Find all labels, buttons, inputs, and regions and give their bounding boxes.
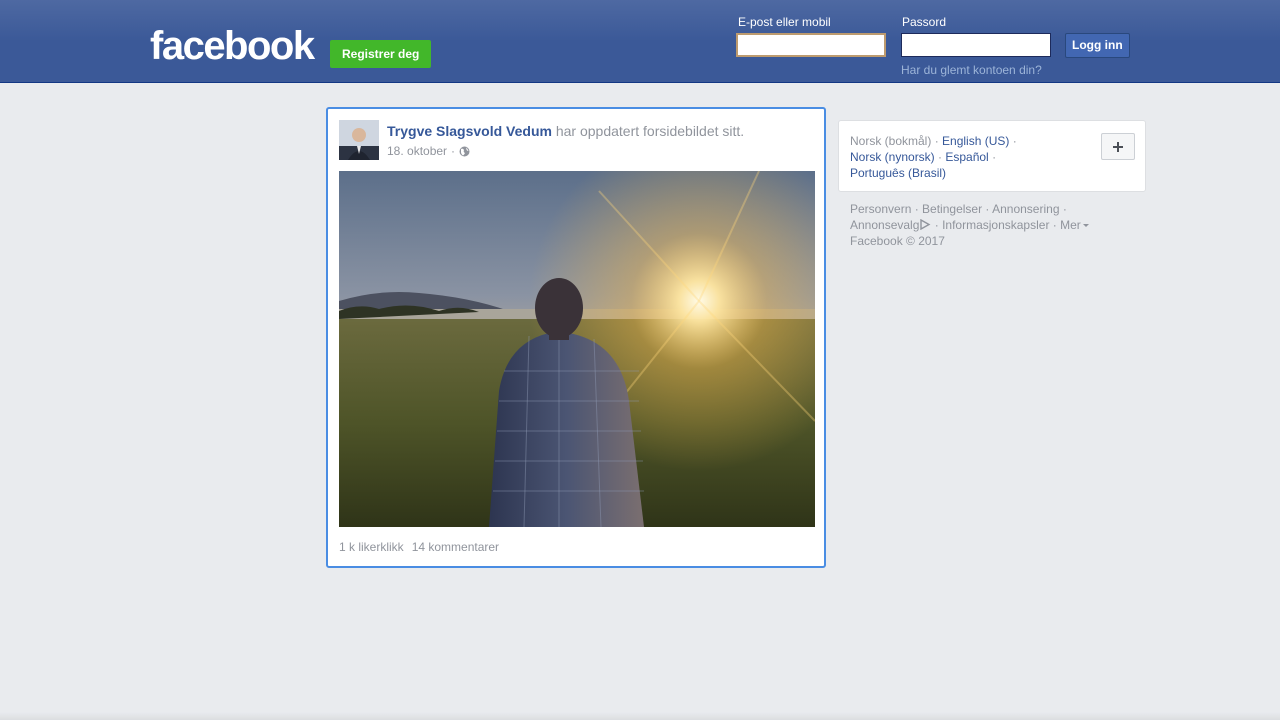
email-label: E-post eller mobil <box>738 15 831 29</box>
author-avatar[interactable] <box>339 120 379 160</box>
post-stats: 1 k likerklikk 14 kommentarer <box>339 540 499 554</box>
meta-separator: · <box>451 144 456 158</box>
footer-link-more[interactable]: Mer <box>1060 218 1089 232</box>
password-label: Passord <box>902 15 947 29</box>
footer-link-terms[interactable]: Betingelser <box>922 202 982 216</box>
current-language: Norsk (bokmål) <box>850 134 932 148</box>
caret-down-icon <box>1082 224 1089 228</box>
footer-link-privacy[interactable]: Personvern <box>850 202 911 216</box>
author-name-link[interactable]: Trygve Slagsvold Vedum <box>387 123 552 139</box>
adchoices-icon <box>919 218 931 231</box>
language-selector: Norsk (bokmål) · English (US) · Norsk (n… <box>838 120 1146 192</box>
likes-count-link[interactable]: 1 k likerklikk <box>339 540 404 554</box>
language-list: Norsk (bokmål) · English (US) · Norsk (n… <box>850 134 1017 180</box>
password-field[interactable] <box>901 33 1051 57</box>
language-link-espanol[interactable]: Español <box>945 150 988 164</box>
facebook-logo[interactable]: facebook <box>150 26 315 66</box>
language-link-english[interactable]: English (US) <box>942 134 1009 148</box>
post-action-text: har oppdatert forsidebildet sitt. <box>555 123 745 139</box>
post-date-link[interactable]: 18. oktober <box>387 144 447 158</box>
footer-links: Personvern · Betingelser · Annonsering ·… <box>850 201 1140 249</box>
bottom-shadow <box>0 712 1280 720</box>
language-link-nynorsk[interactable]: Norsk (nynorsk) <box>850 150 935 164</box>
plus-icon <box>1113 141 1123 152</box>
login-button[interactable]: Logg inn <box>1065 33 1130 58</box>
footer-link-adchoices[interactable]: Annonsevalg <box>850 218 931 232</box>
copyright: Facebook © 2017 <box>850 234 945 248</box>
globe-icon[interactable] <box>459 146 470 157</box>
adchoices-label: Annonsevalg <box>850 218 920 232</box>
more-languages-button[interactable] <box>1101 133 1135 160</box>
cover-photo[interactable] <box>339 171 815 527</box>
footer-link-advertising[interactable]: Annonsering <box>992 202 1059 216</box>
more-label: Mer <box>1060 218 1081 232</box>
post-card: Trygve Slagsvold Vedum har oppdatert for… <box>326 107 826 568</box>
top-bar: facebook Registrer deg E-post eller mobi… <box>0 0 1280 83</box>
email-field[interactable] <box>736 33 886 57</box>
post-meta: 18. oktober · <box>387 144 470 158</box>
signup-button[interactable]: Registrer deg <box>330 40 432 68</box>
footer-link-cookies[interactable]: Informasjonskapsler <box>942 218 1049 232</box>
post-headline: Trygve Slagsvold Vedum har oppdatert for… <box>387 123 744 139</box>
language-link-portugues[interactable]: Português (Brasil) <box>850 166 946 180</box>
comments-count-link[interactable]: 14 kommentarer <box>412 540 499 554</box>
forgot-account-link[interactable]: Har du glemt kontoen din? <box>901 63 1042 77</box>
